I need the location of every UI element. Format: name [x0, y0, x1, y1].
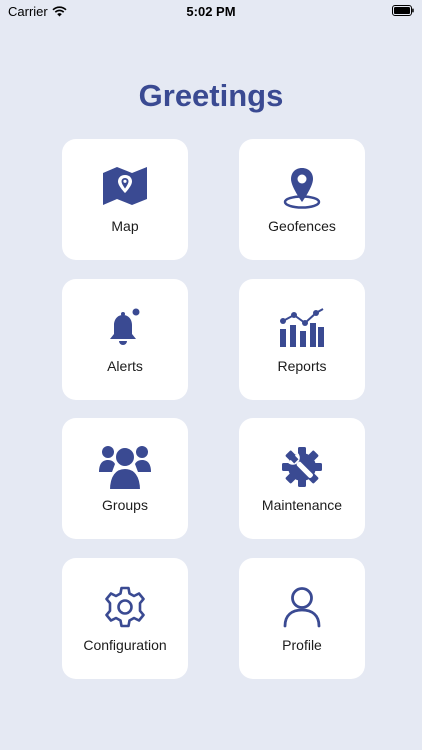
status-bar: Carrier 5:02 PM — [0, 0, 422, 24]
status-time: 5:02 PM — [186, 4, 236, 19]
geofences-label: Geofences — [268, 218, 336, 234]
map-icon — [103, 167, 147, 205]
bar-chart-icon — [280, 308, 324, 347]
location-pin-icon — [283, 168, 321, 209]
users-icon — [99, 446, 151, 490]
reports-label: Reports — [277, 358, 327, 374]
alerts-label: Alerts — [107, 358, 143, 374]
groups-label: Groups — [102, 497, 148, 513]
alerts-tile[interactable]: Alerts — [62, 279, 188, 400]
map-label: Map — [111, 218, 139, 234]
configuration-tile[interactable]: Configuration — [62, 558, 188, 679]
page-title: Greetings — [138, 78, 284, 113]
profile-label: Profile — [282, 637, 322, 653]
user-icon — [283, 587, 321, 628]
bell-icon — [110, 308, 140, 345]
map-tile[interactable]: Map — [62, 139, 188, 260]
profile-tile[interactable]: Profile — [239, 558, 365, 679]
maintenance-label: Maintenance — [261, 497, 343, 513]
geofences-tile[interactable]: Geofences — [239, 139, 365, 260]
reports-tile[interactable]: Reports — [239, 279, 365, 400]
configuration-label: Configuration — [83, 637, 167, 653]
settings-gear-icon — [105, 586, 145, 628]
maintenance-tile[interactable]: Maintenance — [239, 418, 365, 539]
groups-tile[interactable]: Groups — [62, 418, 188, 539]
gear-wrench-icon — [282, 447, 322, 487]
battery-icon — [392, 5, 414, 16]
